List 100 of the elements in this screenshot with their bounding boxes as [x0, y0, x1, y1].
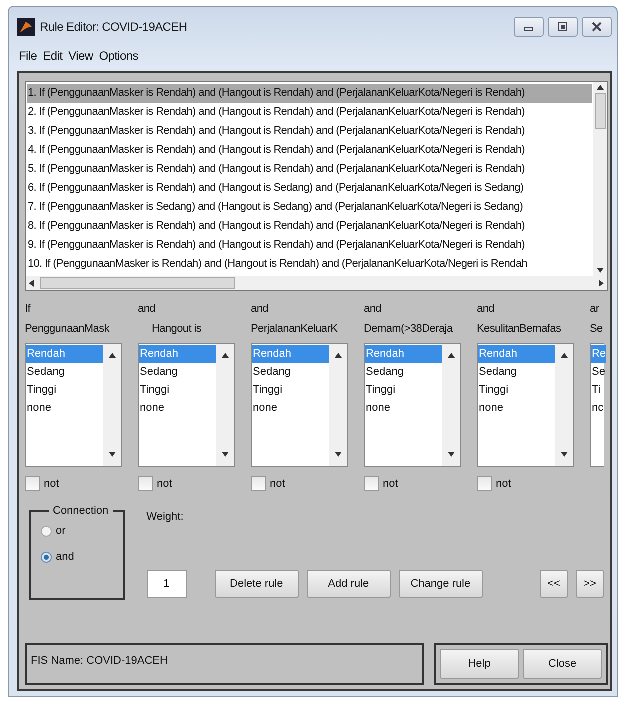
menu-item[interactable]: Options	[99, 49, 138, 63]
list-option[interactable]: none	[139, 399, 216, 417]
radio-label: and	[56, 551, 74, 563]
rule-item[interactable]: 10. If (PenggunaanMasker is Rendah) and (Hangout is Rendah) and (PerjalananKeluarKota/Negeri is Rendah	[27, 255, 592, 274]
scroll-up-icon[interactable]	[108, 353, 116, 358]
rule-item[interactable]: 1. If (PenggunaanMasker is Rendah) and (Hangout is Rendah) and (PerjalananKeluarKota/Negeri is Rendah)	[27, 84, 592, 103]
variable-label: KesulitanBernafas	[477, 322, 562, 337]
radio-button[interactable]	[41, 552, 52, 562]
maximize-button[interactable]	[548, 17, 578, 37]
list-option[interactable]: Tinggi	[252, 381, 329, 399]
variable-label: PenggunaanMask	[25, 322, 111, 337]
footer-button[interactable]: Close	[523, 649, 602, 679]
scroll-up-icon[interactable]	[596, 85, 604, 90]
list-option[interactable]: none	[252, 399, 329, 417]
list-option[interactable]: Sedang	[365, 363, 442, 381]
connector-label: and	[138, 302, 156, 317]
radio-button[interactable]	[41, 526, 52, 536]
app-logo-icon	[17, 18, 35, 36]
weight-label: Weight:	[146, 511, 185, 523]
list-option[interactable]: Tinggi	[478, 381, 555, 399]
menu-item[interactable]: View	[68, 49, 94, 63]
list-option[interactable]: Sedang	[478, 363, 555, 381]
action-button[interactable]: Add rule	[306, 570, 391, 598]
rule-item[interactable]: 3. If (PenggunaanMasker is Rendah) and (Hangout is Rendah) and (PerjalananKeluarKota/Negeri is Rendah)	[27, 122, 592, 141]
rule-item[interactable]: 9. If (PenggunaanMasker is Rendah) and (Hangout is Rendah) and (PerjalananKeluarKota/Negeri is Rendah)	[27, 236, 592, 255]
membership-listbox[interactable]: Re Se Ti nc	[590, 343, 604, 467]
group-title: Connection	[52, 505, 110, 517]
scroll-thumb[interactable]	[594, 93, 606, 129]
nav-button[interactable]: <<	[540, 570, 568, 598]
list-option[interactable]: Sedang	[139, 363, 216, 381]
connector-label: and	[477, 302, 496, 317]
rule-item[interactable]: 4. If (PenggunaanMasker is Rendah) and (Hangout is Rendah) and (PerjalananKeluarKota/Negeri is Rendah)	[27, 141, 592, 160]
scroll-down-icon[interactable]	[448, 452, 454, 457]
scroll-down-icon[interactable]	[108, 452, 116, 457]
rule-item[interactable]: 7. If (PenggunaanMasker is Sedang) and (Hangout is Sedang) and (PerjalananKeluarKota/Negeri is Sedang)	[27, 198, 592, 217]
membership-listbox[interactable]: Rendah Sedang Tinggi none	[138, 343, 235, 467]
scroll-up-icon[interactable]	[560, 353, 568, 358]
footer-button[interactable]: Help	[440, 649, 519, 679]
menu-item[interactable]: File	[19, 49, 38, 63]
scroll-down-icon[interactable]	[222, 452, 228, 457]
nav-button[interactable]: >>	[576, 570, 604, 598]
list-option[interactable]: nc	[591, 399, 606, 417]
list-option[interactable]: none	[365, 399, 442, 417]
variable-label: Demam(>38Deraja	[364, 322, 454, 337]
not-label: not	[383, 478, 398, 490]
vertical-scrollbar[interactable]	[593, 82, 607, 276]
connector-label: and	[251, 302, 270, 317]
close-button[interactable]	[582, 17, 612, 37]
list-option[interactable]: Tinggi	[26, 381, 103, 399]
membership-listbox[interactable]: Rendah Sedang Tinggi none	[251, 343, 348, 467]
rule-item[interactable]: 8. If (PenggunaanMasker is Rendah) and (Hangout is Rendah) and (PerjalananKeluarKota/Negeri is Rendah)	[27, 217, 592, 236]
radio-label: or	[56, 525, 66, 537]
list-option[interactable]: Tinggi	[139, 381, 216, 399]
scroll-right-icon[interactable]	[599, 280, 604, 286]
not-checkbox[interactable]	[251, 476, 266, 491]
scroll-up-icon[interactable]	[448, 353, 454, 358]
list-option[interactable]: Sedang	[252, 363, 329, 381]
scroll-up-icon[interactable]	[222, 353, 228, 358]
scroll-thumb[interactable]	[40, 277, 235, 289]
membership-listbox[interactable]: Rendah Sedang Tinggi none	[477, 343, 574, 467]
scroll-up-icon[interactable]	[334, 353, 342, 358]
variable-label: Hangout is	[151, 322, 203, 337]
variable-label: PerjalananKeluarK	[251, 322, 339, 337]
membership-listbox[interactable]: Rendah Sedang Tinggi none	[25, 343, 122, 467]
list-option[interactable]: Tinggi	[365, 381, 442, 399]
rule-item[interactable]: 5. If (PenggunaanMasker is Rendah) and (Hangout is Rendah) and (PerjalananKeluarKota/Negeri is Rendah)	[27, 160, 592, 179]
weight-field[interactable]: 1	[146, 570, 187, 598]
scroll-left-icon[interactable]	[29, 280, 34, 286]
fis-name-text: FIS Name: COVID-19ACEH	[25, 643, 424, 685]
not-checkbox[interactable]	[364, 476, 379, 491]
list-option[interactable]: Se	[591, 363, 606, 381]
not-checkbox[interactable]	[25, 476, 40, 491]
menu-item[interactable]: Edit	[43, 49, 63, 63]
not-label: not	[44, 478, 60, 490]
list-option[interactable]: none	[26, 399, 103, 417]
minimize-button[interactable]	[514, 17, 544, 37]
not-label: not	[270, 478, 286, 490]
list-option[interactable]: none	[478, 399, 555, 417]
connector-label: ar	[590, 302, 600, 317]
horizontal-scrollbar[interactable]	[26, 276, 607, 290]
connector-label: If	[25, 302, 32, 317]
list-option[interactable]: Sedang	[26, 363, 103, 381]
variable-label: Se	[590, 322, 604, 337]
maximize-icon	[558, 22, 568, 32]
scroll-down-icon[interactable]	[334, 452, 342, 457]
scroll-down-icon[interactable]	[596, 268, 604, 273]
scroll-down-icon[interactable]	[560, 452, 568, 457]
not-checkbox[interactable]	[138, 476, 153, 491]
list-option[interactable]: Ti	[591, 381, 606, 399]
window-title: Rule Editor: COVID-19ACEH	[40, 20, 188, 34]
close-icon	[592, 22, 602, 32]
action-button[interactable]: Change rule	[398, 570, 483, 598]
connector-label: and	[364, 302, 382, 317]
rule-item[interactable]: 2. If (PenggunaanMasker is Rendah) and (Hangout is Rendah) and (PerjalananKeluarKota/Negeri is Rendah)	[27, 103, 592, 122]
not-checkbox[interactable]	[477, 476, 492, 491]
not-label: not	[496, 478, 512, 490]
action-button[interactable]: Delete rule	[214, 570, 299, 598]
rule-list[interactable]	[25, 81, 608, 291]
membership-listbox[interactable]: Rendah Sedang Tinggi none	[364, 343, 461, 467]
rule-item[interactable]: 6. If (PenggunaanMasker is Rendah) and (Hangout is Sedang) and (PerjalananKeluarKota/Negeri is Sedang)	[27, 179, 592, 198]
